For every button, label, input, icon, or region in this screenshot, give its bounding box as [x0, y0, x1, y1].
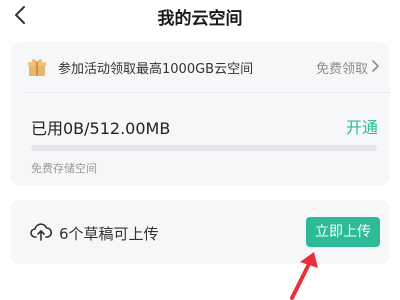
page-title: 我的云空间 [157, 9, 243, 29]
drafts-text: 6个草稿可上传 [59, 225, 159, 243]
header-bar: 我的云空间 [0, 0, 400, 34]
storage-usage: 已用0B/512.00MB [31, 119, 171, 138]
free-storage-label: 免费存储空间 [31, 162, 97, 175]
storage-progress-bar [31, 145, 377, 151]
storage-card: 参加活动领取最高1000GB云空间 免费领取 已用0B/512.00MB 开通 … [10, 42, 390, 186]
upload-now-button[interactable]: 立即上传 [306, 217, 380, 247]
cloud-upload-icon [30, 223, 52, 241]
divider [24, 92, 390, 93]
drafts-card: 6个草稿可上传 立即上传 [10, 200, 390, 264]
promo-text: 参加活动领取最高1000GB云空间 [58, 62, 254, 77]
activate-link[interactable]: 开通 [346, 114, 378, 138]
free-claim-link[interactable]: 免费领取 [316, 58, 368, 77]
gift-icon [28, 59, 46, 76]
red-arrow-icon [290, 252, 318, 300]
chevron-right-icon [372, 60, 379, 72]
promo-row[interactable]: 参加活动领取最高1000GB云空间 免费领取 [10, 42, 390, 90]
